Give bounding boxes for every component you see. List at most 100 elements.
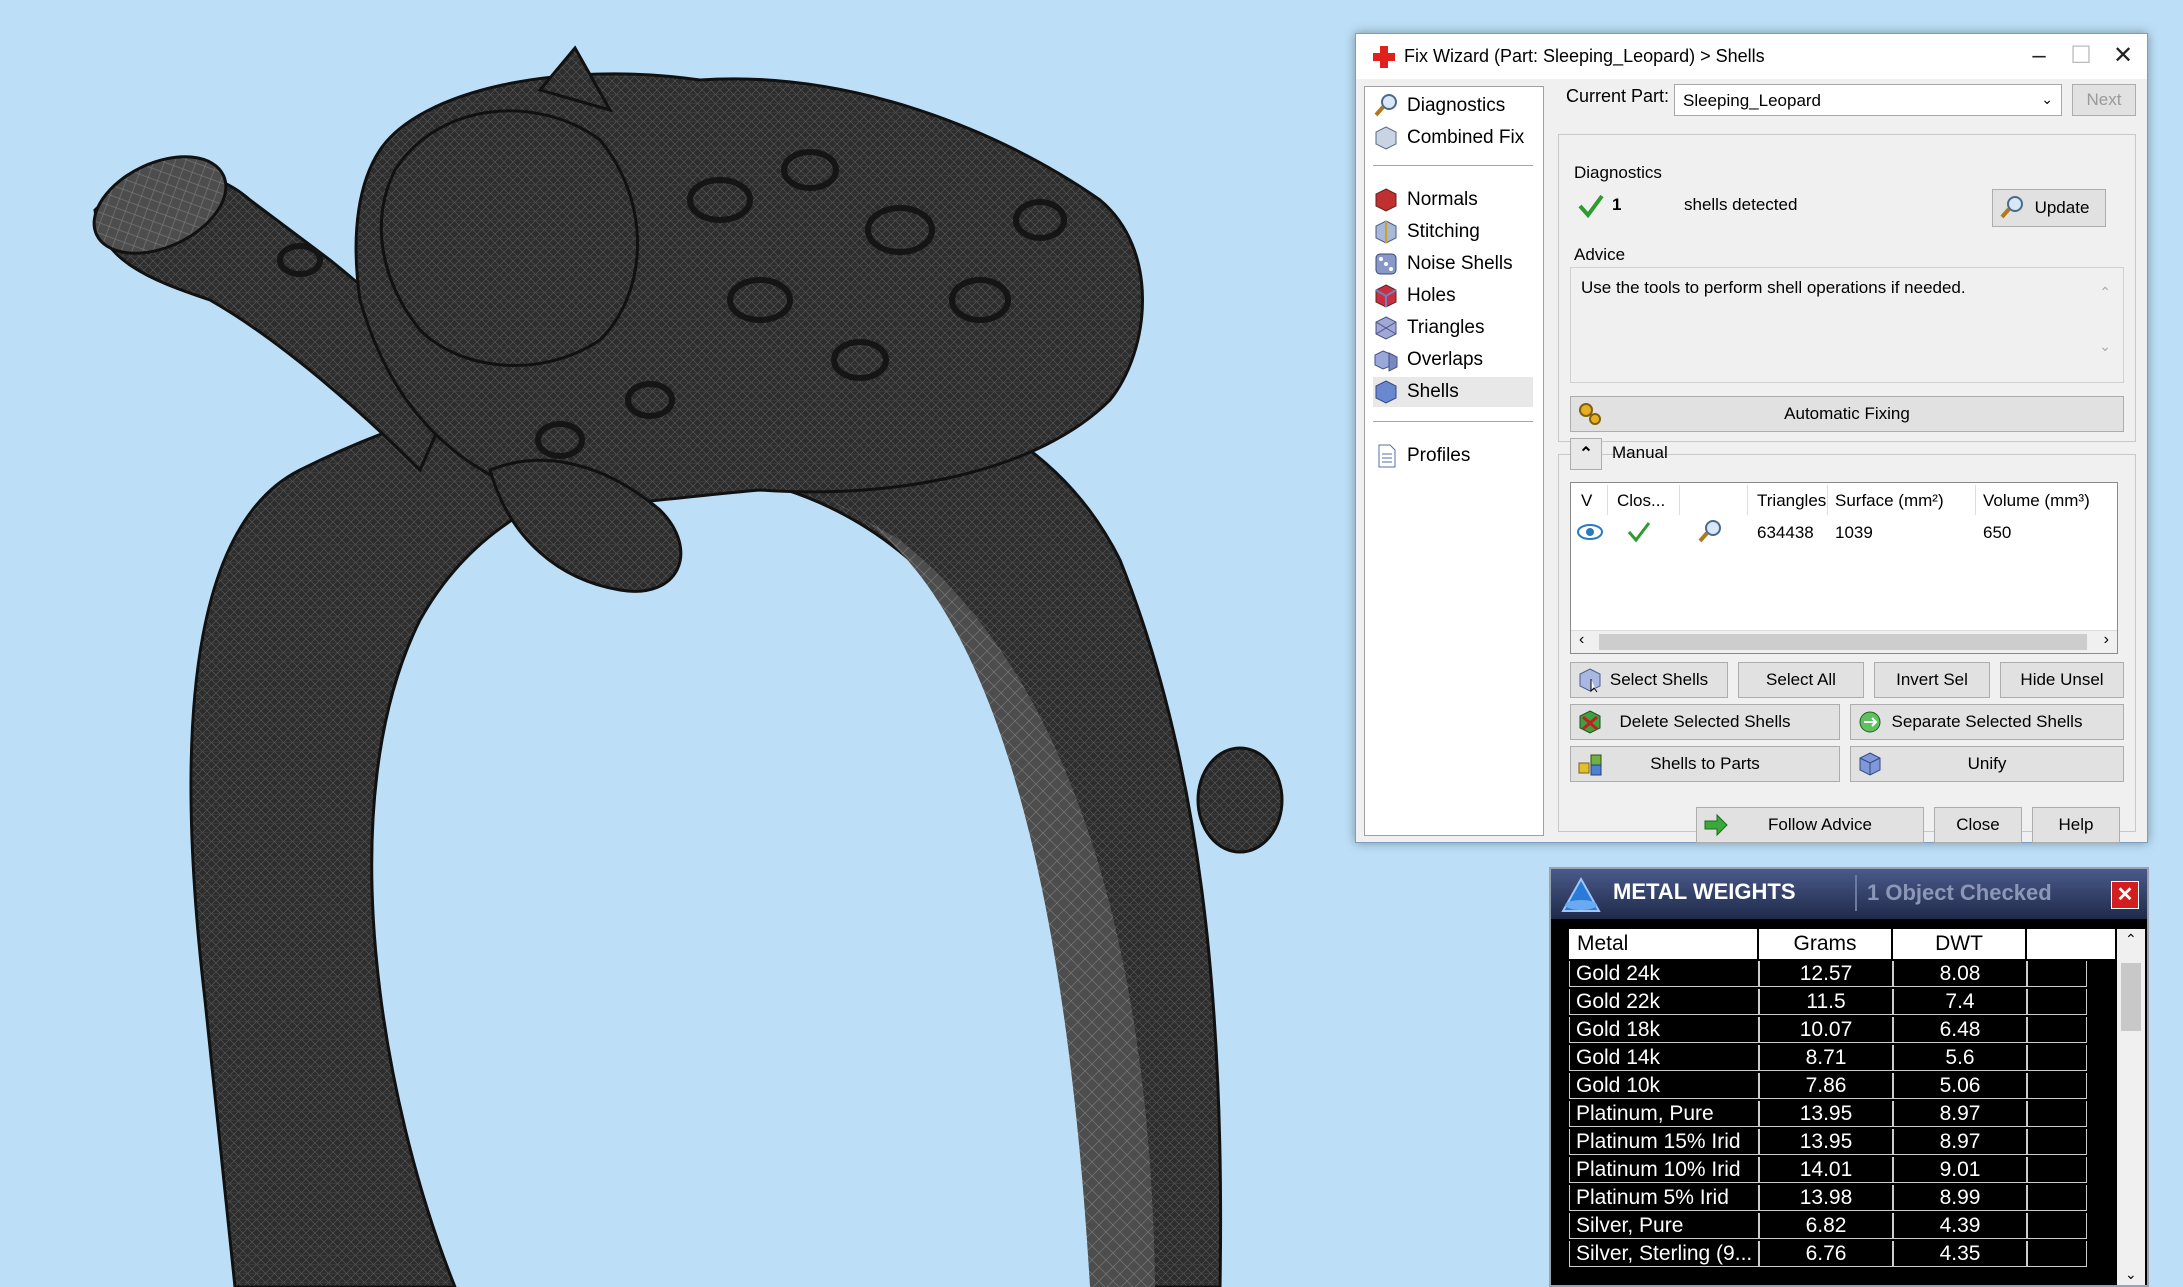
- nav-item-stitching[interactable]: Stitching: [1373, 217, 1533, 247]
- table-row[interactable]: Platinum, Pure 13.95 8.97: [1569, 1101, 2087, 1127]
- advice-text: Use the tools to perform shell operation…: [1581, 278, 1966, 297]
- shells-to-parts-button[interactable]: Shells to Parts: [1570, 746, 1840, 782]
- current-part-dropdown[interactable]: Sleeping_Leopard ⌄: [1674, 84, 2062, 116]
- nav-item-triangles[interactable]: Triangles: [1373, 313, 1533, 343]
- automatic-fixing-button[interactable]: Automatic Fixing: [1570, 396, 2124, 432]
- cell-dwt: 5.06: [1893, 1073, 2027, 1099]
- scroll-up-icon[interactable]: ⌃: [2099, 284, 2111, 301]
- cell-metal: Silver, Sterling (9...: [1569, 1241, 1759, 1267]
- maximize-button[interactable]: ☐: [2061, 40, 2101, 72]
- select-shells-icon: [1579, 668, 1601, 693]
- scrollbar-thumb[interactable]: [2121, 963, 2141, 1031]
- nav-item-profiles[interactable]: Profiles: [1373, 441, 1533, 471]
- document-icon: [1378, 444, 1396, 468]
- metal-weights-titlebar[interactable]: METAL WEIGHTS 1 Object Checked ✕: [1551, 869, 2147, 919]
- 3d-viewport[interactable]: [0, 0, 1500, 1287]
- scroll-up-icon[interactable]: ⌃: [2125, 931, 2137, 948]
- scroll-down-icon[interactable]: ⌄: [2099, 338, 2111, 355]
- nav-item-noise-shells[interactable]: Noise Shells: [1373, 249, 1533, 279]
- advice-title: Advice: [1574, 245, 1626, 264]
- shells-to-parts-icon: [1578, 754, 1602, 776]
- vertical-scrollbar[interactable]: ⌃ ⌄: [2117, 929, 2145, 1285]
- cell-dwt: 8.97: [1893, 1129, 2027, 1155]
- table-row[interactable]: Gold 18k 10.07 6.48: [1569, 1017, 2087, 1043]
- cell-dwt: 8.99: [1893, 1185, 2027, 1211]
- cell-empty: [2027, 961, 2087, 987]
- gears-icon: [1579, 403, 1601, 425]
- select-shells-button[interactable]: Select Shells: [1570, 662, 1728, 698]
- col-separator: [1827, 485, 1828, 515]
- table-row[interactable]: Silver, Pure 6.82 4.39: [1569, 1213, 2087, 1239]
- follow-advice-button[interactable]: Follow Advice: [1696, 807, 1924, 843]
- cell-grams: 6.76: [1759, 1241, 1893, 1267]
- close-button[interactable]: Close: [1934, 807, 2022, 843]
- title-bar[interactable]: Fix Wizard (Part: Sleeping_Leopard) > Sh…: [1356, 34, 2147, 79]
- nav-item-holes[interactable]: Holes: [1373, 281, 1533, 311]
- scrollbar-thumb[interactable]: [1599, 634, 2087, 650]
- eye-icon[interactable]: [1577, 523, 1603, 541]
- close-icon[interactable]: ✕: [2111, 881, 2139, 909]
- close-window-button[interactable]: ✕: [2103, 40, 2143, 72]
- scroll-down-icon[interactable]: ⌄: [2125, 1266, 2137, 1283]
- minimize-button[interactable]: –: [2019, 40, 2059, 72]
- invert-sel-label: Invert Sel: [1896, 670, 1968, 689]
- nav-item-combined-fix[interactable]: Combined Fix: [1373, 123, 1533, 153]
- table-row[interactable]: Gold 10k 7.86 5.06: [1569, 1073, 2087, 1099]
- nav-item-normals[interactable]: Normals: [1373, 185, 1533, 215]
- cell-surface: 1039: [1835, 523, 1873, 542]
- horizontal-scrollbar[interactable]: ‹ ›: [1571, 630, 2117, 653]
- hide-unsel-button[interactable]: Hide Unsel: [2000, 662, 2124, 698]
- col-header-metal[interactable]: Metal: [1569, 929, 1759, 959]
- window-title: Fix Wizard (Part: Sleeping_Leopard) > Sh…: [1404, 46, 1765, 66]
- nav-item-diagnostics[interactable]: Diagnostics: [1373, 91, 1533, 121]
- shells-table[interactable]: V Clos... Triangles Surface (mm²) Volume…: [1570, 482, 2118, 654]
- diagnostics-title: Diagnostics: [1574, 163, 1662, 182]
- cell-grams: 8.71: [1759, 1045, 1893, 1071]
- collapse-manual-button[interactable]: ⌃: [1570, 438, 1602, 470]
- table-row[interactable]: Silver, Sterling (9... 6.76 4.35: [1569, 1241, 2087, 1267]
- nav-label: Overlaps: [1407, 349, 1484, 370]
- separate-selected-shells-button[interactable]: Separate Selected Shells: [1850, 704, 2124, 740]
- shells-detected-text: shells detected: [1684, 195, 1798, 214]
- col-header-surface[interactable]: Surface (mm²): [1835, 491, 1944, 511]
- col-header-volume[interactable]: Volume (mm³): [1983, 491, 2090, 511]
- next-button[interactable]: Next: [2072, 84, 2136, 116]
- help-label: Help: [2058, 815, 2094, 834]
- cell-grams: 7.86: [1759, 1073, 1893, 1099]
- checkmark-icon: [1627, 522, 1651, 543]
- col-header-dwt[interactable]: DWT: [1893, 929, 2027, 959]
- update-button[interactable]: Update: [1992, 189, 2106, 227]
- overlap-icon: [1374, 350, 1398, 372]
- cell-metal: Platinum 5% Irid: [1569, 1185, 1759, 1211]
- cube-icon: [1375, 126, 1397, 150]
- help-button[interactable]: Help: [2032, 807, 2120, 843]
- unify-button[interactable]: Unify: [1850, 746, 2124, 782]
- nav-item-shells[interactable]: Shells: [1373, 377, 1533, 407]
- invert-sel-button[interactable]: Invert Sel: [1874, 662, 1990, 698]
- advice-textbox[interactable]: Use the tools to perform shell operation…: [1570, 267, 2124, 383]
- col-separator: [1747, 485, 1748, 515]
- cell-dwt: 4.39: [1893, 1213, 2027, 1239]
- col-header-visible[interactable]: V: [1581, 491, 1592, 511]
- table-row[interactable]: Platinum 10% Irid 14.01 9.01: [1569, 1157, 2087, 1183]
- delete-shell-icon: [1579, 710, 1601, 734]
- table-row[interactable]: Platinum 5% Irid 13.98 8.99: [1569, 1185, 2087, 1211]
- col-header-closed[interactable]: Clos...: [1617, 491, 1665, 511]
- scroll-left-icon[interactable]: ‹: [1579, 631, 1584, 649]
- nav-item-overlaps[interactable]: Overlaps: [1373, 345, 1533, 375]
- table-row[interactable]: Platinum 15% Irid 13.95 8.97: [1569, 1129, 2087, 1155]
- green-arrow-icon: [1704, 813, 1728, 837]
- delete-selected-shells-button[interactable]: Delete Selected Shells: [1570, 704, 1840, 740]
- magnifier-icon[interactable]: [1697, 519, 1723, 545]
- table-row[interactable]: Gold 22k 11.5 7.4: [1569, 989, 2087, 1015]
- col-header-triangles[interactable]: Triangles: [1757, 491, 1826, 511]
- cell-grams: 13.95: [1759, 1129, 1893, 1155]
- col-header-grams[interactable]: Grams: [1759, 929, 1893, 959]
- scroll-right-icon[interactable]: ›: [2104, 631, 2109, 649]
- table-row[interactable]: Gold 14k 8.71 5.6: [1569, 1045, 2087, 1071]
- scale-icon: [1561, 876, 1601, 912]
- nav-label: Shells: [1407, 381, 1459, 402]
- select-all-button[interactable]: Select All: [1738, 662, 1864, 698]
- table-row[interactable]: Gold 24k 12.57 8.08: [1569, 961, 2087, 987]
- cell-metal: Gold 10k: [1569, 1073, 1759, 1099]
